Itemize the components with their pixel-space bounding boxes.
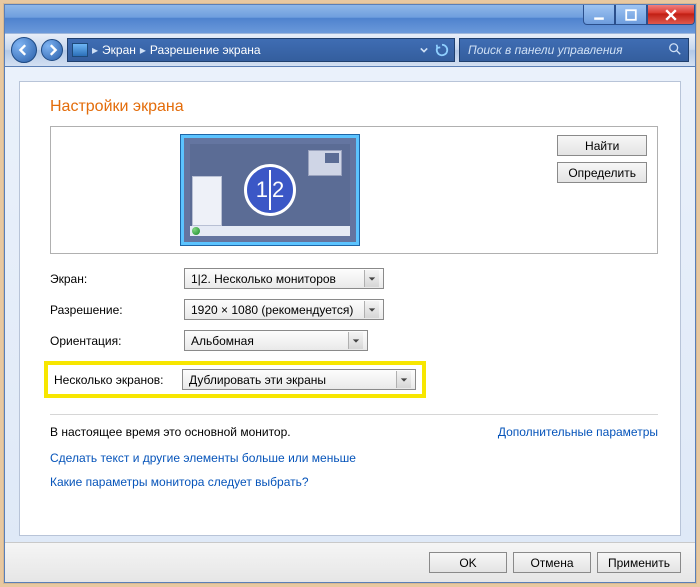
close-button[interactable] bbox=[647, 5, 695, 25]
search-input[interactable] bbox=[466, 42, 668, 58]
content-area: Настройки экрана 1 2 bbox=[5, 67, 695, 542]
chevron-down-icon bbox=[364, 301, 379, 318]
window-controls bbox=[583, 5, 695, 25]
maximize-icon bbox=[625, 9, 637, 21]
chevron-down-icon bbox=[348, 332, 363, 349]
address-bar: ▸ Экран ▸ Разрешение экрана bbox=[5, 33, 695, 67]
detect-button[interactable]: Определить bbox=[557, 162, 647, 183]
monitor-thumbnail[interactable]: 1 2 bbox=[181, 135, 359, 245]
arrow-right-icon bbox=[46, 44, 58, 56]
badge-divider bbox=[269, 170, 271, 210]
ok-button[interactable]: OK bbox=[429, 552, 507, 573]
forward-button[interactable] bbox=[41, 39, 63, 61]
multiple-label: Несколько экранов: bbox=[54, 373, 182, 387]
chevron-down-icon[interactable] bbox=[420, 46, 428, 54]
monitor-number-1: 1 bbox=[256, 177, 268, 203]
chevron-down-icon bbox=[364, 270, 379, 287]
which-monitor-link[interactable]: Какие параметры монитора следует выбрать… bbox=[50, 475, 658, 489]
orientation-label: Ориентация: bbox=[50, 334, 184, 348]
dialog-footer: OK Отмена Применить bbox=[5, 542, 695, 582]
arrow-left-icon bbox=[18, 44, 30, 56]
minimize-icon bbox=[593, 9, 605, 21]
monitor-wallpaper: 1 2 bbox=[190, 144, 350, 236]
monitor-taskbar-icon bbox=[190, 226, 350, 236]
text-size-link[interactable]: Сделать текст и другие элементы больше и… bbox=[50, 451, 658, 465]
close-icon bbox=[665, 9, 677, 21]
control-panel-icon bbox=[72, 43, 88, 57]
settings-form: Экран: 1|2. Несколько мониторов Разрешен… bbox=[50, 268, 658, 408]
chevron-right-icon: ▸ bbox=[140, 43, 146, 57]
display-preview: 1 2 Найти Определить bbox=[50, 126, 658, 254]
page-title: Настройки экрана bbox=[50, 98, 658, 116]
multiple-value: Дублировать эти экраны bbox=[189, 373, 396, 387]
breadcrumb[interactable]: ▸ Экран ▸ Разрешение экрана bbox=[67, 38, 455, 62]
refresh-icon bbox=[435, 43, 449, 57]
chevron-down-icon bbox=[396, 371, 411, 388]
resolution-value: 1920 × 1080 (рекомендуется) bbox=[191, 303, 364, 317]
divider bbox=[50, 414, 658, 415]
apply-button[interactable]: Применить bbox=[597, 552, 681, 573]
orientation-select[interactable]: Альбомная bbox=[184, 330, 368, 351]
multiple-displays-select[interactable]: Дублировать эти экраны bbox=[182, 369, 416, 390]
find-button[interactable]: Найти bbox=[557, 135, 647, 156]
search-icon[interactable] bbox=[668, 42, 682, 59]
orientation-value: Альбомная bbox=[191, 334, 348, 348]
monitor-window-icon bbox=[308, 150, 342, 176]
monitor-number-2: 2 bbox=[272, 177, 284, 203]
primary-monitor-info: В настоящее время это основной монитор. bbox=[50, 425, 291, 439]
back-button[interactable] bbox=[11, 37, 37, 63]
minimize-button[interactable] bbox=[583, 5, 615, 25]
help-links: Сделать текст и другие элементы больше и… bbox=[50, 451, 658, 499]
screen-value: 1|2. Несколько мониторов bbox=[191, 272, 364, 286]
maximize-button[interactable] bbox=[615, 5, 647, 25]
monitor-start-icon bbox=[192, 227, 200, 235]
screen-select[interactable]: 1|2. Несколько мониторов bbox=[184, 268, 384, 289]
monitor-startmenu-icon bbox=[192, 176, 222, 226]
screen-resolution-window: ▸ Экран ▸ Разрешение экрана Настройки эк… bbox=[4, 4, 696, 583]
monitor-id-badge: 1 2 bbox=[244, 164, 296, 216]
chevron-right-icon: ▸ bbox=[92, 43, 98, 57]
resolution-select[interactable]: 1920 × 1080 (рекомендуется) bbox=[184, 299, 384, 320]
breadcrumb-item-resolution[interactable]: Разрешение экрана bbox=[150, 43, 261, 57]
resolution-label: Разрешение: bbox=[50, 303, 184, 317]
refresh-button[interactable] bbox=[434, 42, 450, 58]
advanced-settings-link[interactable]: Дополнительные параметры bbox=[498, 425, 658, 439]
search-box[interactable] bbox=[459, 38, 689, 62]
cancel-button[interactable]: Отмена bbox=[513, 552, 591, 573]
multiple-displays-highlight: Несколько экранов: Дублировать эти экран… bbox=[44, 361, 426, 398]
breadcrumb-item-screen[interactable]: Экран bbox=[102, 43, 136, 57]
titlebar bbox=[5, 5, 695, 33]
screen-label: Экран: bbox=[50, 272, 184, 286]
settings-panel: Настройки экрана 1 2 bbox=[19, 81, 681, 536]
